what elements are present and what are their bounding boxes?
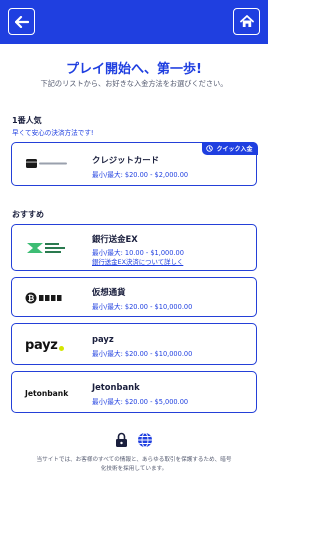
crypto-logo: ₿: [25, 288, 69, 308]
method-name: payz: [92, 334, 114, 344]
bank-transfer-logo: [25, 238, 69, 258]
payment-method-credit-card[interactable]: クレジットカード 最小/最大: $20.00 - $2,000.00 クイック入…: [11, 141, 258, 186]
recommended-section-title: おすすめ: [12, 210, 44, 219]
clock-icon: [206, 144, 214, 152]
back-button[interactable]: [8, 8, 35, 35]
method-name: 仮想通貨: [92, 287, 126, 297]
payz-logo: payz: [25, 335, 69, 355]
bank-transfer-info-link[interactable]: 銀行送金EX決済について詳しく: [92, 257, 183, 266]
page-subline: 下記のリストから、お好きな入金方法をお選びください。: [40, 79, 228, 88]
method-name: 銀行送金EX: [92, 234, 138, 244]
page-headline: プレイ開始へ、第一歩!: [66, 62, 202, 77]
payz-dot: [58, 345, 64, 351]
security-icons: [0, 432, 268, 448]
method-limits: 最小/最大: $20.00 - $5,000.00: [92, 398, 189, 406]
globe-icon: [138, 432, 152, 448]
jetonbank-logo: Jetonbank: [25, 388, 69, 398]
quick-deposit-badge: クイック入金: [202, 141, 258, 155]
security-notice: 当サイトでは、お客様のすべての情報と、あらゆる取引を保護するため、暗号化技術を採…: [36, 457, 232, 472]
svg-text:₿: ₿: [28, 294, 35, 303]
payment-method-crypto[interactable]: ₿ 仮想通貨 最小/最大: $20.00 - $10,000.00: [11, 277, 257, 317]
method-name: Jetonbank: [92, 382, 140, 392]
method-limits: 最小/最大: $20.00 - $10,000.00: [92, 303, 193, 311]
payment-method-jetonbank[interactable]: Jetonbank Jetonbank 最小/最大: $20.00 - $5,0…: [11, 371, 257, 413]
method-name: クレジットカード: [92, 155, 159, 165]
method-limits: 最小/最大: $20.00 - $2,000.00: [92, 171, 189, 179]
popular-section-title: 1番人気: [12, 116, 42, 125]
top-bar: [0, 0, 268, 44]
method-limits: 最小/最大: $20.00 - $10,000.00: [92, 350, 193, 358]
lock-icon: [116, 432, 127, 447]
popular-section-subtitle: 早くて安心の決済方法です!: [12, 129, 94, 137]
credit-card-logo: [25, 154, 69, 174]
home-icon: [239, 15, 254, 27]
payment-method-payz[interactable]: payz payz 最小/最大: $20.00 - $10,000.00: [11, 323, 257, 365]
home-button[interactable]: [233, 8, 260, 35]
method-limits: 最小/最大: 10.00 - $1,000.00: [92, 249, 184, 257]
payment-method-bank-transfer-ex[interactable]: 銀行送金EX 最小/最大: 10.00 - $1,000.00 銀行送金EX決済…: [11, 224, 257, 271]
arrow-left-icon: [14, 15, 29, 28]
badge-label: クイック入金: [216, 145, 253, 153]
